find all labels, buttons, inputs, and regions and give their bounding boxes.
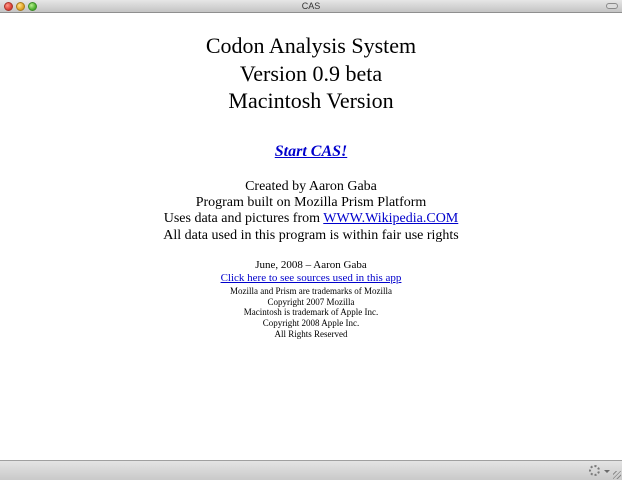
sources-link[interactable]: Click here to see sources used in this a…	[221, 272, 402, 284]
uses-data-line: Uses data and pictures from WWW.Wikipedi…	[0, 210, 622, 227]
sources-line: Click here to see sources used in this a…	[0, 272, 622, 285]
status-bar	[0, 460, 622, 480]
rights-reserved-text: All Rights Reserved	[274, 329, 348, 339]
start-cas-link: Start CAS!	[0, 142, 622, 162]
wikipedia-link[interactable]: WWW.Wikipedia.COM	[323, 211, 458, 226]
window-title: CAS	[301, 1, 321, 11]
page-content: Codon Analysis System Version 0.9 beta M…	[0, 13, 622, 460]
created-by-text: Created by Aaron Gaba	[245, 179, 377, 194]
app-title: Codon Analysis System	[205, 33, 417, 58]
resize-grip-icon[interactable]	[613, 471, 621, 479]
trademark-apple-text: Macintosh is trademark of Apple Inc.	[243, 307, 379, 317]
uses-data-text: Uses data and pictures from	[163, 211, 324, 226]
built-on-text: Program built on Mozilla Prism Platform	[195, 195, 427, 210]
fair-use-text: All data used in this program is within …	[163, 228, 459, 243]
version-label: Version 0.9 beta	[239, 61, 383, 86]
date-author-text: June, 2008 – Aaron Gaba	[255, 259, 367, 271]
platform-label: Macintosh Version	[228, 88, 394, 113]
gear-icon[interactable]	[589, 465, 600, 476]
title-bar[interactable]: CAS	[0, 0, 622, 13]
toolbar-toggle-icon[interactable]	[606, 3, 618, 9]
app-window: CAS Codon Analysis System Version 0.9 be…	[0, 0, 622, 480]
copyright-apple-text: Copyright 2008 Apple Inc.	[262, 318, 360, 328]
start-cas-link-text[interactable]: Start CAS!	[275, 143, 347, 160]
trademark-mozilla-text: Mozilla and Prism are trademarks of Mozi…	[230, 286, 392, 296]
chevron-down-icon[interactable]	[604, 470, 610, 473]
